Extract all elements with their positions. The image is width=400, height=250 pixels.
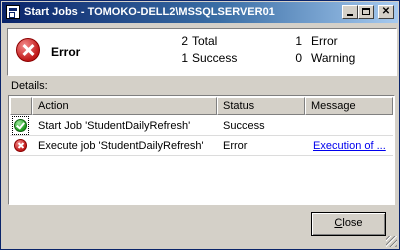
status-cell: Success <box>223 120 265 132</box>
total-count: 2 <box>181 34 188 48</box>
column-header-action[interactable]: Action <box>32 97 217 115</box>
table-row[interactable]: Start Job 'StudentDailyRefresh' Success <box>10 116 393 136</box>
message-cell <box>311 116 391 136</box>
maximize-icon <box>362 8 370 15</box>
status-title: Error <box>51 45 81 59</box>
row-selector[interactable] <box>10 116 30 136</box>
error-icon <box>14 139 27 152</box>
success-label: Success <box>192 51 238 65</box>
warning-count: 0 <box>295 51 302 65</box>
close-button-label: lose <box>342 217 363 229</box>
row-selector[interactable] <box>10 136 30 156</box>
details-label: Details: <box>11 80 48 92</box>
maximize-button[interactable] <box>358 5 374 19</box>
error-icon <box>16 38 40 62</box>
success-icon <box>14 119 27 132</box>
title-bar[interactable]: Start Jobs - TOMOKO-DELL2\MSSQLSERVER01 … <box>2 2 398 23</box>
close-icon: ✕ <box>381 6 391 17</box>
message-link[interactable]: Execution of ... <box>313 136 393 156</box>
error-count: 1 <box>295 34 302 48</box>
grid-corner-header <box>10 97 32 115</box>
action-cell: Start Job 'StudentDailyRefresh' <box>38 120 191 132</box>
column-header-status[interactable]: Status <box>217 97 305 115</box>
dialog-icon <box>6 5 20 19</box>
action-cell: Execute job 'StudentDailyRefresh' <box>38 140 204 152</box>
column-header-message[interactable]: Message <box>305 97 393 115</box>
minimize-button[interactable] <box>342 5 358 19</box>
warning-label: Warning <box>311 51 356 65</box>
status-cell: Error <box>223 140 248 152</box>
summary-panel: Error 2 Total 1 Success 1 Error 0 Warnin… <box>7 28 397 76</box>
details-grid[interactable]: Action Status Message Start Job 'Student… <box>8 95 395 205</box>
start-jobs-dialog: Start Jobs - TOMOKO-DELL2\MSSQLSERVER01 … <box>0 0 400 250</box>
success-count: 1 <box>181 51 188 65</box>
total-label: Total <box>192 34 218 48</box>
close-button[interactable]: Close <box>311 212 386 236</box>
minimize-icon <box>347 14 353 16</box>
window-title: Start Jobs - TOMOKO-DELL2\MSSQLSERVER01 <box>24 6 275 18</box>
resize-grip[interactable] <box>386 236 397 247</box>
close-window-button[interactable]: ✕ <box>378 5 394 19</box>
row-divider <box>10 155 393 156</box>
error-label: Error <box>311 34 338 48</box>
table-row[interactable]: Execute job 'StudentDailyRefresh' Error … <box>10 136 393 156</box>
